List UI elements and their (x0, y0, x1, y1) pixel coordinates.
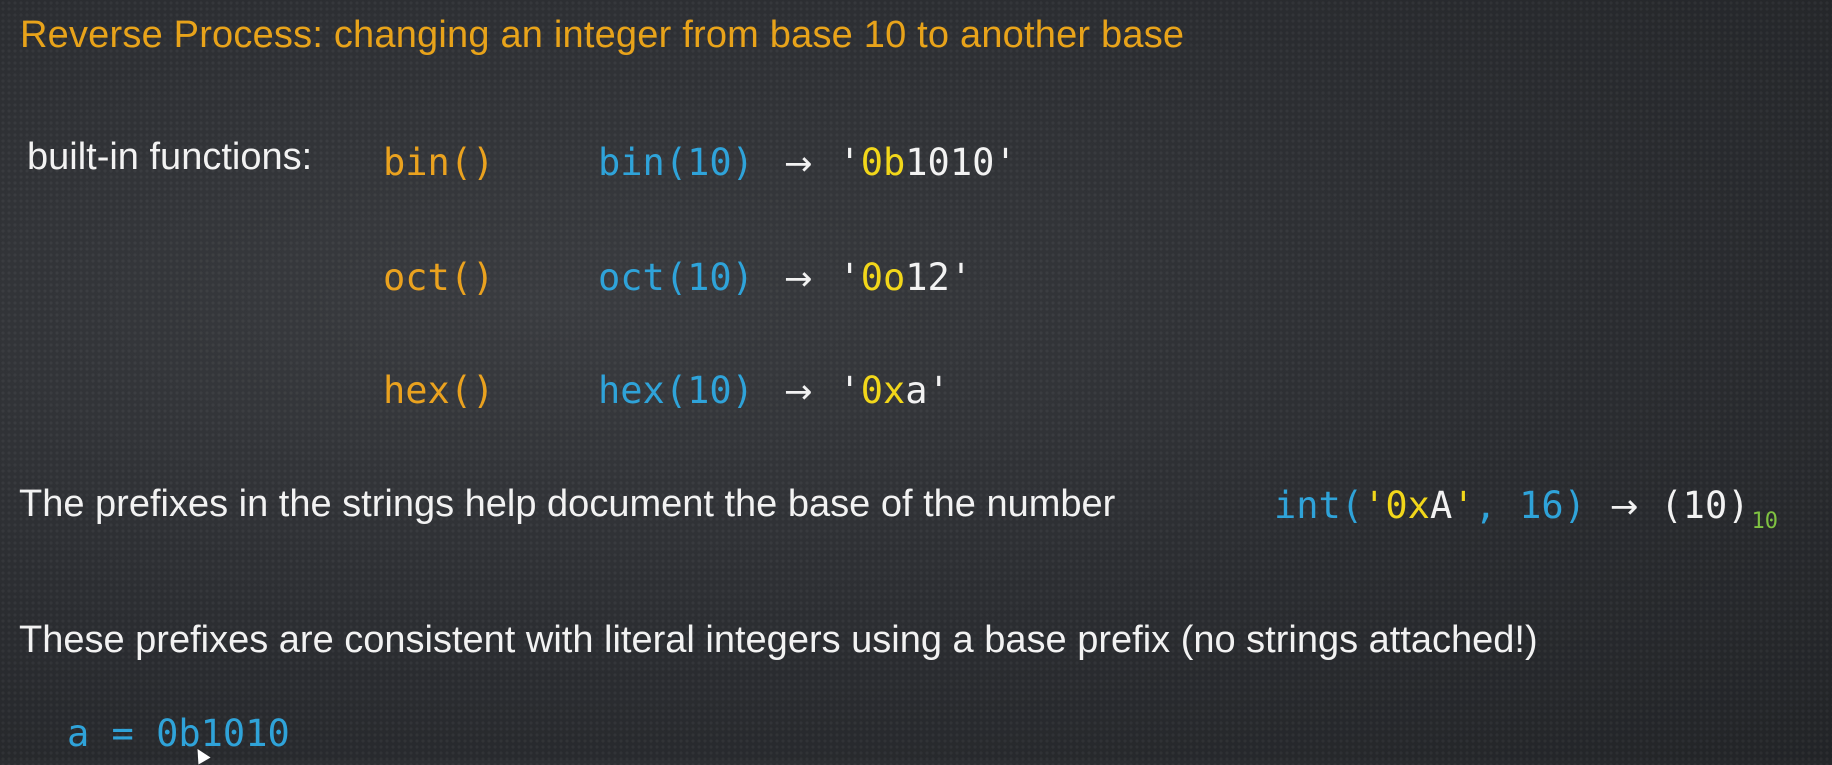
int-call-open: int( (1274, 484, 1364, 527)
int-digit: A (1429, 484, 1453, 527)
quote-close: ' (949, 256, 973, 299)
int-prefix: 0x (1385, 484, 1430, 527)
prefix-oct: 0o (860, 256, 906, 299)
digits-oct: 12 (905, 256, 950, 299)
int-quote-close: ' (1452, 484, 1475, 527)
int-call-rest: , 16) (1474, 484, 1586, 527)
function-name-hex: hex() (383, 369, 495, 412)
arrow-icon: → (783, 144, 813, 184)
call-bin: bin(10) (598, 141, 754, 184)
example-row-bin: bin(10) → '0b1010' (598, 141, 1017, 184)
int-example: int('0xA', 16) → (10)10 (1274, 484, 1778, 534)
quote-close: ' (927, 369, 950, 412)
example-row-oct: oct(10) → '0o12' (598, 256, 972, 299)
slide-title: Reverse Process: changing an integer fro… (20, 14, 1185, 56)
int-quote-open: ' (1363, 484, 1386, 527)
digits-hex: a (905, 369, 928, 412)
call-oct: oct(10) (598, 256, 754, 299)
call-hex: hex(10) (598, 369, 754, 412)
literal-code: a = 0b1010 (67, 712, 290, 755)
int-result-subscript: 10 (1751, 509, 1779, 534)
example-row-hex: hex(10) → '0xa' (598, 369, 950, 412)
prefix-sentence: The prefixes in the strings help documen… (19, 483, 1116, 525)
function-name-oct: oct() (383, 256, 495, 299)
quote-open: ' (838, 256, 861, 299)
prefix-hex: 0x (860, 369, 906, 412)
arrow-icon: → (783, 259, 813, 299)
quote-close: ' (994, 141, 1017, 184)
arrow-icon: → (1609, 487, 1639, 527)
quote-open: ' (838, 369, 861, 412)
quote-open: ' (838, 141, 861, 184)
arrow-icon: → (783, 372, 813, 412)
digits-bin: 1010 (905, 141, 995, 184)
prefix-bin: 0b (860, 141, 906, 184)
int-result: (10) (1660, 484, 1750, 527)
consistent-sentence: These prefixes are consistent with liter… (19, 619, 1538, 661)
function-name-bin: bin() (383, 141, 495, 184)
builtins-label: built-in functions: (27, 136, 313, 178)
